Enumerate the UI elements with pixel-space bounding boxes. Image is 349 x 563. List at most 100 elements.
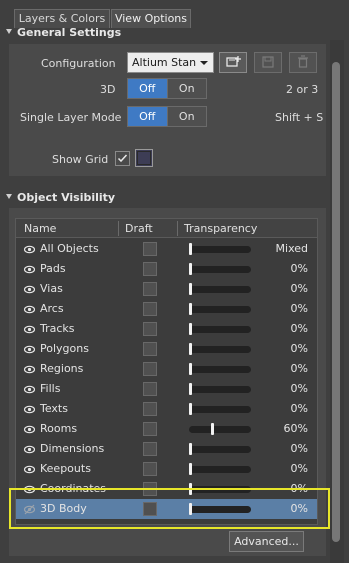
- eye-icon[interactable]: [24, 424, 35, 435]
- transparency-slider[interactable]: [189, 306, 251, 313]
- column-draft[interactable]: Draft: [125, 222, 153, 235]
- table-row[interactable]: Keepouts 0%: [16, 459, 317, 479]
- slider-thumb[interactable]: [189, 263, 192, 275]
- transparency-slider[interactable]: [189, 366, 251, 373]
- slider-thumb[interactable]: [189, 443, 192, 455]
- eye-icon[interactable]: [24, 444, 35, 455]
- eye-icon[interactable]: [24, 364, 35, 375]
- transparency-slider[interactable]: [189, 466, 251, 473]
- draft-checkbox[interactable]: [143, 402, 157, 416]
- table-row[interactable]: Fills 0%: [16, 379, 317, 399]
- transparency-slider[interactable]: [189, 426, 251, 433]
- show-grid-checkbox[interactable]: [115, 151, 130, 166]
- transparency-slider[interactable]: [189, 326, 251, 333]
- 3d-on-option[interactable]: On: [166, 79, 206, 98]
- configuration-label: Configuration: [41, 57, 116, 70]
- add-config-icon: [226, 56, 241, 67]
- eye-icon[interactable]: [24, 404, 35, 415]
- row-name: Fills: [40, 382, 61, 395]
- save-button[interactable]: [254, 52, 282, 73]
- table-row[interactable]: Polygons 0%: [16, 339, 317, 359]
- slider-thumb[interactable]: [189, 283, 192, 295]
- 3d-shortcut: 2 or 3: [286, 83, 319, 96]
- single-layer-off-option[interactable]: Off: [128, 107, 167, 126]
- transparency-slider[interactable]: [189, 346, 251, 353]
- row-name: Vias: [40, 282, 63, 295]
- row-name: Tracks: [40, 322, 75, 335]
- table-row[interactable]: Arcs 0%: [16, 299, 317, 319]
- draft-checkbox[interactable]: [143, 362, 157, 376]
- save-config-button[interactable]: [219, 52, 247, 73]
- draft-checkbox[interactable]: [143, 382, 157, 396]
- table-row[interactable]: Regions 0%: [16, 359, 317, 379]
- column-transparency[interactable]: Transparency: [184, 222, 257, 235]
- draft-checkbox[interactable]: [143, 342, 157, 356]
- draft-checkbox[interactable]: [143, 302, 157, 316]
- table-row[interactable]: Dimensions 0%: [16, 439, 317, 459]
- draft-checkbox[interactable]: [143, 462, 157, 476]
- column-divider[interactable]: [118, 221, 119, 236]
- slider-thumb[interactable]: [189, 303, 192, 315]
- column-name[interactable]: Name: [24, 222, 56, 235]
- eye-icon[interactable]: [24, 244, 35, 255]
- eye-icon[interactable]: [24, 284, 35, 295]
- column-divider[interactable]: [177, 221, 178, 236]
- draft-checkbox[interactable]: [143, 442, 157, 456]
- transparency-value: 0%: [290, 302, 308, 315]
- slider-thumb[interactable]: [189, 403, 192, 415]
- transparency-slider[interactable]: [189, 266, 251, 273]
- object-visibility-header[interactable]: Object Visibility: [6, 191, 115, 205]
- table-row[interactable]: Pads 0%: [16, 259, 317, 279]
- draft-checkbox[interactable]: [143, 262, 157, 276]
- configuration-dropdown[interactable]: Altium Stan: [127, 52, 214, 73]
- eye-icon[interactable]: [24, 304, 35, 315]
- eye-icon[interactable]: [24, 464, 35, 475]
- slider-thumb[interactable]: [189, 243, 192, 255]
- single-layer-on-option[interactable]: On: [166, 107, 206, 126]
- eye-icon[interactable]: [24, 344, 35, 355]
- table-row[interactable]: All Objects Mixed: [16, 239, 317, 259]
- transparency-value: Mixed: [275, 242, 308, 255]
- slider-thumb[interactable]: [189, 343, 192, 355]
- transparency-slider[interactable]: [189, 406, 251, 413]
- transparency-value: 60%: [283, 422, 308, 435]
- slider-thumb[interactable]: [189, 323, 192, 335]
- transparency-value: 0%: [290, 342, 308, 355]
- slider-thumb[interactable]: [189, 383, 192, 395]
- draft-checkbox[interactable]: [143, 282, 157, 296]
- single-layer-mode-label: Single Layer Mode: [20, 111, 122, 124]
- visibility-table: Name Draft Transparency All Objects Mixed…: [15, 218, 318, 525]
- slider-thumb[interactable]: [189, 463, 192, 475]
- eye-icon[interactable]: [24, 264, 35, 275]
- transparency-slider[interactable]: [189, 286, 251, 293]
- transparency-slider[interactable]: [189, 246, 251, 253]
- 3d-off-option[interactable]: Off: [128, 79, 167, 98]
- row-name: Polygons: [40, 342, 89, 355]
- slider-thumb[interactable]: [189, 363, 192, 375]
- table-row[interactable]: Vias 0%: [16, 279, 317, 299]
- eye-icon[interactable]: [24, 384, 35, 395]
- draft-checkbox[interactable]: [143, 242, 157, 256]
- table-row[interactable]: Texts 0%: [16, 399, 317, 419]
- tab-view-options[interactable]: View Options: [111, 9, 191, 28]
- transparency-slider[interactable]: [189, 386, 251, 393]
- transparency-value: 0%: [290, 402, 308, 415]
- table-header: Name Draft Transparency: [16, 219, 317, 238]
- draft-checkbox[interactable]: [143, 322, 157, 336]
- grid-color-swatch[interactable]: [135, 149, 153, 167]
- general-settings-title: General Settings: [17, 26, 122, 39]
- row-name: Keepouts: [40, 462, 91, 475]
- advanced-button[interactable]: Advanced...: [229, 531, 304, 552]
- highlight-box: [9, 488, 330, 529]
- eye-icon[interactable]: [24, 324, 35, 335]
- general-settings-header[interactable]: General Settings: [6, 26, 121, 40]
- table-row[interactable]: Rooms 60%: [16, 419, 317, 439]
- scrollbar-thumb[interactable]: [332, 62, 340, 542]
- table-row[interactable]: Tracks 0%: [16, 319, 317, 339]
- draft-checkbox[interactable]: [143, 422, 157, 436]
- slider-thumb[interactable]: [211, 423, 214, 435]
- transparency-slider[interactable]: [189, 446, 251, 453]
- delete-button[interactable]: [289, 52, 317, 73]
- collapse-triangle-icon: [6, 194, 12, 199]
- collapse-triangle-icon: [6, 29, 12, 34]
